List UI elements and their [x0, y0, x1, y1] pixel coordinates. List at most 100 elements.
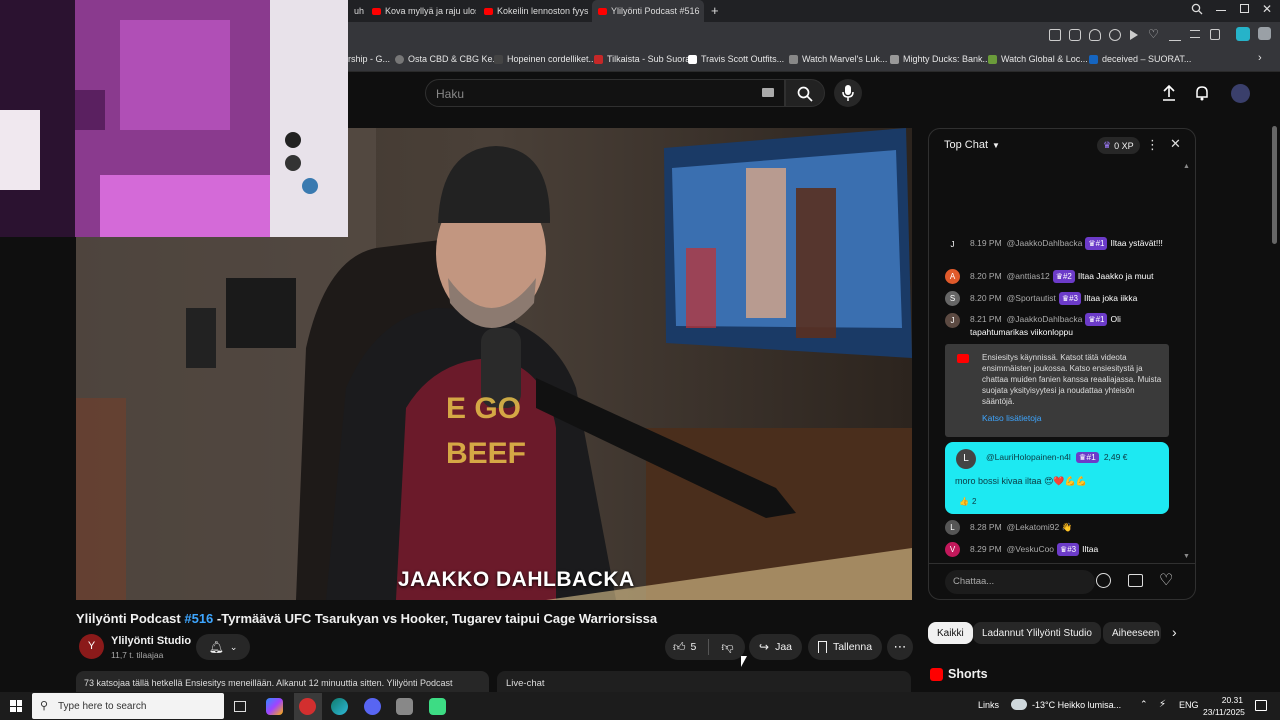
close-chat-icon[interactable]: ✕ [1170, 136, 1181, 152]
upload-icon[interactable] [1161, 85, 1177, 101]
message-author[interactable]: @JaakkoDahlbacka [1007, 314, 1083, 324]
live-chat-tab-label: Live-chat [506, 678, 545, 689]
taskbar-links[interactable]: Links [978, 700, 999, 710]
search-box[interactable] [425, 79, 785, 107]
discord-icon[interactable] [364, 698, 381, 715]
xp-badge[interactable]: ♛ 0 XP [1097, 137, 1140, 154]
youtube-icon [598, 7, 607, 15]
copilot-icon[interactable] [266, 698, 283, 715]
save-button[interactable]: Tallenna [808, 634, 882, 660]
chat-mode-dropdown[interactable]: Top Chat ▼ [944, 139, 1000, 151]
browser-tab-active[interactable]: Ylilyönti Podcast #516 [592, 0, 704, 22]
title-hashtag[interactable]: #516 [184, 611, 213, 626]
voice-search-button[interactable] [834, 79, 862, 107]
mouse-cursor [741, 656, 747, 667]
android-app-icon[interactable] [429, 698, 446, 715]
keyboard-icon[interactable] [762, 88, 774, 97]
channel-name[interactable]: Ylilyönti Studio [111, 635, 191, 647]
restore-icon[interactable] [1240, 4, 1249, 13]
message-text: 👋 [1061, 522, 1073, 532]
new-tab-icon[interactable]: + [711, 3, 719, 18]
chip-uploaded-by[interactable]: Ladannut Ylilyönti Studio [973, 622, 1101, 644]
super-chat-icon[interactable] [1128, 574, 1143, 587]
bookmark-item[interactable]: deceived – SUORAT... [1089, 54, 1191, 64]
share-icon: ↪ [759, 640, 770, 654]
avatar-letter: L [950, 523, 955, 532]
minimize-icon[interactable] [1216, 10, 1226, 11]
notifications-icon[interactable] [1194, 85, 1210, 101]
like-button[interactable]: 👍︎ 5 [673, 640, 696, 655]
bookmark-item[interactable]: Tilkaista - Sub Suora [594, 54, 690, 64]
bookmark-item[interactable]: rship - G... [348, 54, 390, 64]
bookmark-item[interactable]: Travis Scott Outfits... [688, 54, 784, 64]
bookmark-item[interactable]: Osta CBD & CBG Ke... [395, 54, 500, 64]
shield-icon[interactable] [1089, 29, 1101, 41]
search-tabs-icon[interactable] [1191, 3, 1203, 15]
windows-start-icon[interactable] [10, 700, 22, 712]
share-button[interactable]: ↪ Jaa [749, 634, 802, 660]
notifications-center-icon[interactable] [1255, 700, 1267, 711]
edge-icon[interactable] [331, 698, 348, 715]
badge-rank: #1 [1086, 452, 1096, 462]
heart-icon[interactable]: ♡ [1148, 27, 1159, 41]
app-icon[interactable] [396, 698, 413, 715]
task-view-icon[interactable] [234, 701, 246, 712]
description-box[interactable]: 73 katsojaa tällä hetkellä Ensiesitys me… [76, 671, 489, 692]
account-avatar[interactable] [1231, 84, 1250, 103]
browser-tab[interactable]: Kokeilin lennoston fyysistä [478, 0, 588, 22]
tray-chevron-icon[interactable]: ⌃ [1140, 699, 1148, 710]
emoji-icon[interactable] [1096, 573, 1111, 588]
dislike-button[interactable]: 👎︎ [721, 640, 733, 655]
scroll-up-icon[interactable]: ▲ [1183, 163, 1190, 170]
chip-related[interactable]: Aiheeseen [1103, 622, 1161, 644]
page-scrollbar[interactable] [1272, 126, 1277, 244]
bookmarks-overflow-icon[interactable]: › [1258, 52, 1262, 64]
more-actions-button[interactable]: ⋯ [887, 634, 913, 660]
opera-icon[interactable] [299, 698, 316, 715]
live-chat-replay-tab[interactable]: Live-chat [497, 671, 911, 692]
scroll-down-icon[interactable]: ▼ [1183, 553, 1190, 560]
message-author[interactable]: @LauriHolopainen-n4l [986, 452, 1071, 462]
message-author[interactable]: @VeskuCoo [1007, 544, 1054, 554]
bookmark-item[interactable]: Hopeinen cordelliket... [494, 54, 596, 64]
play-icon[interactable] [1130, 30, 1138, 40]
close-window-icon[interactable]: ✕ [1262, 2, 1272, 16]
download-icon[interactable] [1169, 29, 1181, 41]
message-author[interactable]: @anttias12 [1007, 271, 1050, 281]
more-options-icon[interactable]: ⋮ [1146, 137, 1159, 153]
language-indicator[interactable]: ENG [1179, 700, 1199, 710]
channel-avatar[interactable]: Y [79, 634, 104, 659]
lock-icon[interactable] [1210, 29, 1220, 40]
like-count: 2 [971, 497, 977, 506]
extension-icon[interactable] [1236, 27, 1250, 41]
message-author[interactable]: @Lekatomi92 [1007, 522, 1060, 532]
search-button[interactable] [785, 79, 825, 107]
chat-input[interactable]: Chattaa... [945, 570, 1095, 594]
camera-icon[interactable] [1069, 29, 1081, 41]
settings-icon[interactable] [1109, 29, 1121, 41]
heart-icon[interactable]: ♡ [1159, 570, 1173, 590]
edit-icon[interactable] [1049, 29, 1061, 41]
network-icon[interactable]: ⚡ [1159, 699, 1166, 710]
bookmark-label: Watch Marvel's Luk... [802, 54, 888, 64]
profile-icon[interactable] [1258, 27, 1271, 40]
bookmark-item[interactable]: Watch Marvel's Luk... [789, 54, 887, 64]
share-label: Jaa [775, 641, 792, 653]
chip-all[interactable]: Kaikki [928, 622, 973, 644]
message-author[interactable]: @Sportautist [1007, 293, 1056, 303]
chevron-right-icon[interactable]: › [1172, 624, 1177, 640]
bookmark-item[interactable]: Watch Global & Loc... [988, 54, 1088, 64]
bookmark-item[interactable]: Mighty Ducks: Bank... [890, 54, 990, 64]
taskbar-search[interactable]: ⚲ Type here to search [32, 693, 224, 719]
subscription-bell-button[interactable]: 🔔︎ ⌄ [196, 634, 250, 660]
bookmark-label: deceived – SUORAT... [1102, 54, 1192, 64]
learn-more-link[interactable]: Katso lisätietoja [982, 413, 1042, 423]
message-author[interactable]: @JaakkoDahlbacka [1007, 238, 1083, 248]
clock[interactable]: 20.31 23/11/2025 [1203, 694, 1245, 718]
search-input[interactable]: Haku [436, 87, 464, 101]
browser-tab[interactable]: uhr [348, 0, 364, 22]
superchat-likes[interactable]: 👍 2 [959, 497, 976, 506]
browser-tab[interactable]: Kova myllyä ja raju ulosajo [366, 0, 476, 22]
weather-text[interactable]: -13°C Heikko lumisa... [1032, 700, 1121, 710]
menu-icon[interactable] [1190, 30, 1200, 38]
